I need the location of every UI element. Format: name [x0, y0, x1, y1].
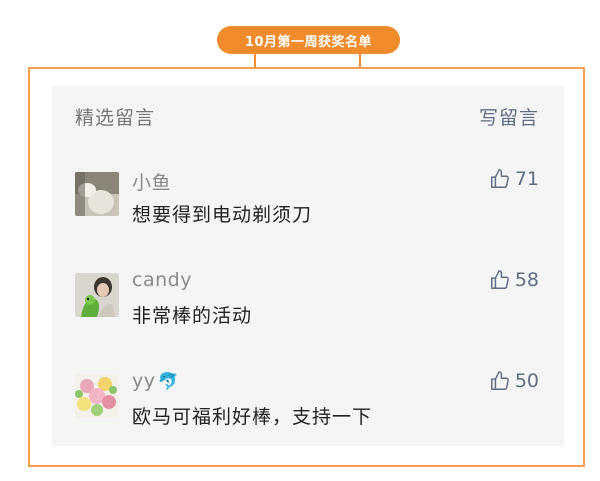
- comment-item: 小鱼 想要得到电动剃须刀 71: [52, 168, 564, 262]
- comment-username[interactable]: candy: [132, 269, 192, 291]
- like-button[interactable]: 50: [489, 370, 539, 392]
- avatar[interactable]: [75, 172, 119, 216]
- comment-item: candy 非常棒的活动 58: [52, 269, 564, 363]
- thumbs-up-icon: [490, 270, 509, 289]
- thumbs-up-icon: [490, 371, 509, 390]
- like-count: 58: [514, 269, 539, 291]
- comment-text: 非常棒的活动: [132, 305, 253, 327]
- comments-header: 精选留言 写留言: [52, 86, 564, 144]
- like-count: 71: [514, 168, 539, 190]
- comments-panel: 精选留言 写留言 小鱼 想要得到电动剃须刀 71 candy 非常棒的活动 58…: [52, 86, 564, 446]
- banner-connector-left: [254, 54, 256, 68]
- comment-text: 想要得到电动剃须刀: [132, 204, 313, 226]
- award-list-banner: 10月第一周获奖名单: [217, 26, 400, 54]
- dolphin-emoji-icon: 🐬: [157, 372, 180, 392]
- comment-item: yy 🐬 欧马可福利好棒，支持一下 50: [52, 370, 564, 464]
- avatar[interactable]: [75, 273, 119, 317]
- avatar[interactable]: [75, 374, 119, 418]
- comment-text: 欧马可福利好棒，支持一下: [132, 406, 373, 428]
- like-count: 50: [514, 370, 539, 392]
- thumbs-up-icon: [490, 169, 509, 188]
- write-comment-link[interactable]: 写留言: [479, 103, 539, 130]
- like-button[interactable]: 71: [489, 168, 539, 190]
- comment-username-text: yy: [132, 370, 156, 392]
- comment-username[interactable]: 小鱼: [132, 168, 171, 195]
- comment-username[interactable]: yy 🐬: [132, 370, 179, 392]
- featured-comments-title: 精选留言: [75, 107, 156, 129]
- like-button[interactable]: 58: [489, 269, 539, 291]
- banner-connector-right: [359, 54, 361, 68]
